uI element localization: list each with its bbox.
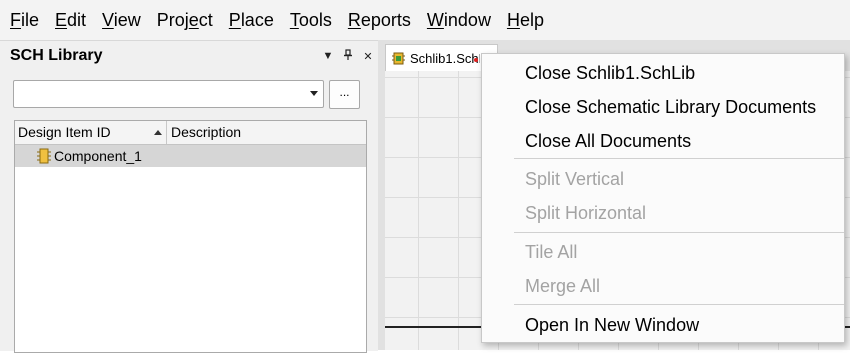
component-icon (37, 148, 51, 164)
table-header: Design Item ID Description (15, 121, 366, 145)
design-item-id-cell: Component_1 (54, 148, 142, 164)
sch-library-panel: SCH Library ▼ ✕ ... Design Item ID Descr… (0, 40, 378, 353)
menu-item-split-horizontal[interactable]: Split Horizontal (482, 196, 844, 230)
unsaved-indicator-icon (474, 58, 478, 62)
column-header-design-item-id[interactable]: Design Item ID (15, 121, 167, 144)
menu-reports[interactable]: Reports (339, 0, 418, 40)
table-row[interactable]: Component_1 (15, 145, 366, 167)
menu-item-close-all-documents[interactable]: Close All Documents (482, 124, 844, 158)
sort-ascending-icon (154, 130, 162, 135)
menu-view[interactable]: View (93, 0, 148, 40)
menu-item-tile-all[interactable]: Tile All (482, 235, 844, 269)
menu-item-merge-all[interactable]: Merge All (482, 269, 844, 303)
filter-combobox[interactable] (13, 80, 324, 108)
menu-tools[interactable]: Tools (281, 0, 339, 40)
menu-window[interactable]: Window (418, 0, 498, 40)
library-items-table: Design Item ID Description Component_1 (14, 120, 367, 353)
tab-label: Schlib1.SchLib (410, 51, 480, 66)
menu-project[interactable]: Project (148, 0, 220, 40)
close-icon[interactable]: ✕ (358, 50, 378, 63)
panel-header: SCH Library ▼ ✕ (0, 41, 378, 71)
pin-icon[interactable] (338, 48, 358, 64)
chevron-down-icon[interactable] (310, 91, 318, 96)
menu-help[interactable]: Help (498, 0, 551, 40)
menu-separator (514, 158, 844, 159)
column-header-description[interactable]: Description (168, 121, 366, 144)
menu-separator (514, 232, 844, 233)
menu-separator (514, 304, 844, 305)
dropdown-icon[interactable]: ▼ (318, 50, 338, 62)
menu-item-open-in-new-window[interactable]: Open In New Window (482, 308, 844, 342)
menu-bar: File Edit View Project Place Tools Repor… (0, 0, 850, 40)
menu-item-split-vertical[interactable]: Split Vertical (482, 162, 844, 196)
panel-title: SCH Library (10, 47, 103, 64)
schlib-document-icon (392, 52, 405, 65)
menu-file[interactable]: File (0, 0, 46, 40)
menu-item-close-schematic-library-documents[interactable]: Close Schematic Library Documents (482, 90, 844, 124)
tab-context-menu: Close Schlib1.SchLib Close Schematic Lib… (481, 53, 845, 343)
menu-edit[interactable]: Edit (46, 0, 93, 40)
menu-item-close-schlib[interactable]: Close Schlib1.SchLib (482, 56, 844, 90)
menu-place[interactable]: Place (220, 0, 281, 40)
browse-button[interactable]: ... (329, 80, 360, 109)
